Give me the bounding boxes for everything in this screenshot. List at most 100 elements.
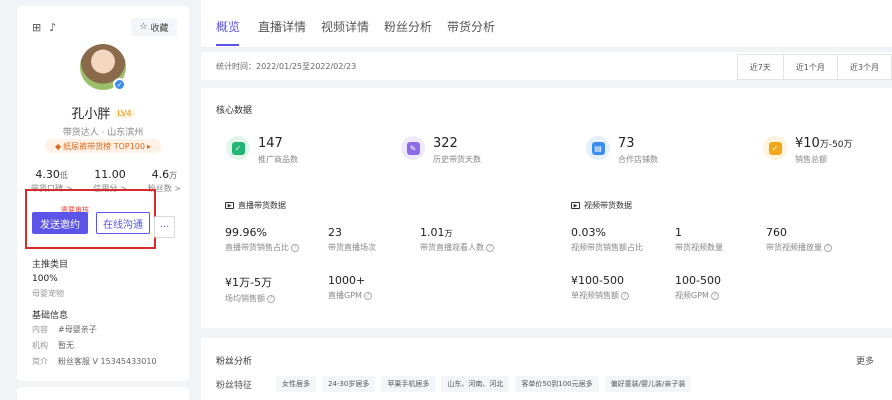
- help-icon[interactable]: ?: [824, 243, 832, 252]
- metric-value: 73: [618, 136, 635, 151]
- help-icon[interactable]: ?: [363, 291, 372, 300]
- live-metric-label: 直播GPM: [328, 291, 362, 300]
- time-range-selector: 近7天 近1个月 近3个月: [736, 54, 892, 80]
- favorite-button[interactable]: ☆ 收藏: [131, 18, 177, 36]
- tab-live-details[interactable]: 直播详情: [258, 18, 306, 35]
- range-7d[interactable]: 近7天: [737, 55, 784, 79]
- basic-info-row: 简介 粉丝客服 V 15345433010: [32, 356, 157, 367]
- video-metric-label: 带货视频播放量: [766, 243, 822, 252]
- help-icon[interactable]: ?: [710, 291, 719, 300]
- active-tab-indicator: [216, 44, 239, 46]
- play-icon: ▶: [225, 202, 234, 209]
- live-metric: 23 带货直播场次: [328, 226, 376, 253]
- video-data-heading: ▶ 视频带货数据: [571, 200, 632, 211]
- video-metric-label: 带货视频数量: [675, 243, 723, 252]
- video-metric: 760 带货视频播放量?: [766, 226, 832, 253]
- fans-chip: 苹果手机居多: [381, 376, 436, 392]
- video-metric-value: ¥100-500: [571, 274, 624, 287]
- tab-sales-analysis[interactable]: 带货分析: [447, 18, 495, 35]
- send-invite-button[interactable]: 发送邀约: [32, 212, 88, 234]
- stat-period: 统计时间：2022/01/25至2022/02/23: [216, 62, 357, 71]
- metric-label: 历史带货天数: [433, 155, 481, 164]
- tab-video-details[interactable]: 视频详情: [321, 18, 369, 35]
- grid-icon[interactable]: ⊞: [32, 21, 41, 34]
- video-metric: 0.03% 视频带货销售额占比: [571, 226, 643, 253]
- favorite-label: 收藏: [150, 23, 169, 34]
- metric-sales: ✓ ¥10万-50万销售总额: [763, 136, 853, 165]
- metric-label: 合作店铺数: [618, 155, 658, 164]
- help-icon[interactable]: ?: [621, 291, 629, 300]
- video-metric-value: 100-500: [675, 274, 721, 287]
- basic-info-key: 简介: [32, 357, 48, 366]
- metric-value: ¥10: [795, 136, 820, 151]
- video-icon: ▶: [571, 202, 580, 209]
- video-metric-label: 视频带货销售额占比: [571, 243, 643, 252]
- cart-icon: ✓: [226, 136, 250, 160]
- metric-shops: ▤ 73 合作店铺数: [586, 136, 658, 165]
- live-metric: 99.96% 直播带货销售占比?: [225, 226, 299, 253]
- fans-analysis-card: 粉丝分析 更多 粉丝特征 女性居多 24-30岁居多 苹果手机居多 山东、河南、…: [201, 338, 892, 400]
- more-actions-button[interactable]: ···: [154, 216, 175, 238]
- core-data-title: 核心数据: [216, 106, 253, 116]
- metric-label: 销售总额: [795, 155, 827, 164]
- video-metric: 1 带货视频数量: [675, 226, 723, 253]
- help-icon[interactable]: ?: [486, 243, 494, 252]
- shop-icon: ▤: [586, 136, 610, 160]
- metric-unit: 万-50万: [819, 140, 853, 150]
- trophy-icon: ◆: [55, 141, 62, 151]
- live-metric: 1000+ 直播GPM?: [328, 274, 372, 301]
- fans-feature-label: 粉丝特征: [216, 381, 253, 391]
- profile-card-lower: [17, 387, 189, 400]
- verified-icon: ✓: [113, 78, 126, 91]
- creator-name-text: 孔小胖: [71, 107, 111, 122]
- rank-badge[interactable]: ◆ 纸尿裤带货榜 TOP100 ▸: [45, 139, 161, 153]
- basic-info-value: 粉丝客服 V 15345433010: [58, 357, 157, 366]
- time-range-bar: 统计时间：2022/01/25至2022/02/23 近7天 近1个月 近3个月: [201, 52, 892, 80]
- live-metric-value: 1.01: [420, 226, 445, 239]
- douyin-icon[interactable]: ♪: [49, 21, 56, 34]
- live-metric-label: 场均销售额: [225, 294, 265, 303]
- fans-chip: 山东、河南、河北: [441, 376, 510, 392]
- live-data-title: 直播带货数据: [238, 201, 286, 210]
- live-metric: ¥1万-5万 场均销售额?: [225, 274, 275, 304]
- category-name: 母婴宠物: [32, 289, 64, 298]
- live-data-heading: ▶ 直播带货数据: [225, 200, 286, 211]
- creator-name: 孔小胖 LV4: [17, 103, 189, 122]
- metric-value: 147: [258, 136, 283, 151]
- live-metric-label: 带货直播观看人数: [420, 243, 484, 252]
- tab-overview[interactable]: 概览: [216, 18, 240, 35]
- tab-fans-analysis[interactable]: 粉丝分析: [384, 18, 432, 35]
- live-metric-label: 带货直播场次: [328, 243, 376, 252]
- live-metric-unit: 万: [444, 229, 453, 238]
- help-icon[interactable]: ?: [267, 294, 275, 303]
- profile-card: ⊞ ♪ ☆ 收藏 ✓ 孔小胖 LV4 带货达人 · 山东滨州 ◆ 纸尿裤带货榜 T…: [17, 6, 189, 381]
- core-data-card: 核心数据 ✓ 147 推广商品数 ✎ 322 历史带货天数 ▤ 73 合作店铺数 ✓ …: [201, 88, 892, 328]
- video-metric: 100-500 视频GPM?: [675, 274, 721, 301]
- range-1m[interactable]: 近1个月: [783, 55, 838, 79]
- creator-tags: 带货达人 · 山东滨州: [62, 128, 144, 138]
- stat-value: 11.00: [94, 168, 126, 181]
- basic-info-row: 内容 #母婴亲子: [32, 324, 97, 335]
- level-badge: LV4: [114, 109, 135, 118]
- profile-top-icons: ⊞ ♪: [32, 21, 56, 34]
- live-metric-value: 99.96%: [225, 226, 267, 239]
- live-metric-value: 23: [328, 226, 342, 239]
- help-icon[interactable]: ?: [291, 243, 299, 252]
- basic-info-row: 机构 暂无: [32, 340, 74, 351]
- live-metric-label: 直播带货销售占比: [225, 243, 289, 252]
- stat-unit: 万: [169, 171, 178, 180]
- live-metric: 1.01万 带货直播观看人数?: [420, 226, 494, 253]
- shield-icon: ✓: [763, 136, 787, 160]
- range-3m[interactable]: 近3个月: [837, 55, 892, 79]
- online-chat-button[interactable]: 在线沟通: [96, 212, 150, 234]
- metric-value: 322: [433, 136, 458, 151]
- fans-chip: 24-30岁居多: [322, 376, 376, 392]
- basic-info-value: 暂无: [58, 341, 74, 350]
- fans-chip: 女性居多: [276, 376, 316, 392]
- basic-info-title: 基础信息: [32, 311, 69, 321]
- live-metric-value: 1000+: [328, 274, 366, 287]
- video-metric-value: 0.03%: [571, 226, 606, 239]
- live-metric-value: ¥1万-5万: [225, 276, 272, 289]
- fans-more-link[interactable]: 更多: [856, 354, 874, 367]
- category-title: 主推类目: [32, 260, 69, 270]
